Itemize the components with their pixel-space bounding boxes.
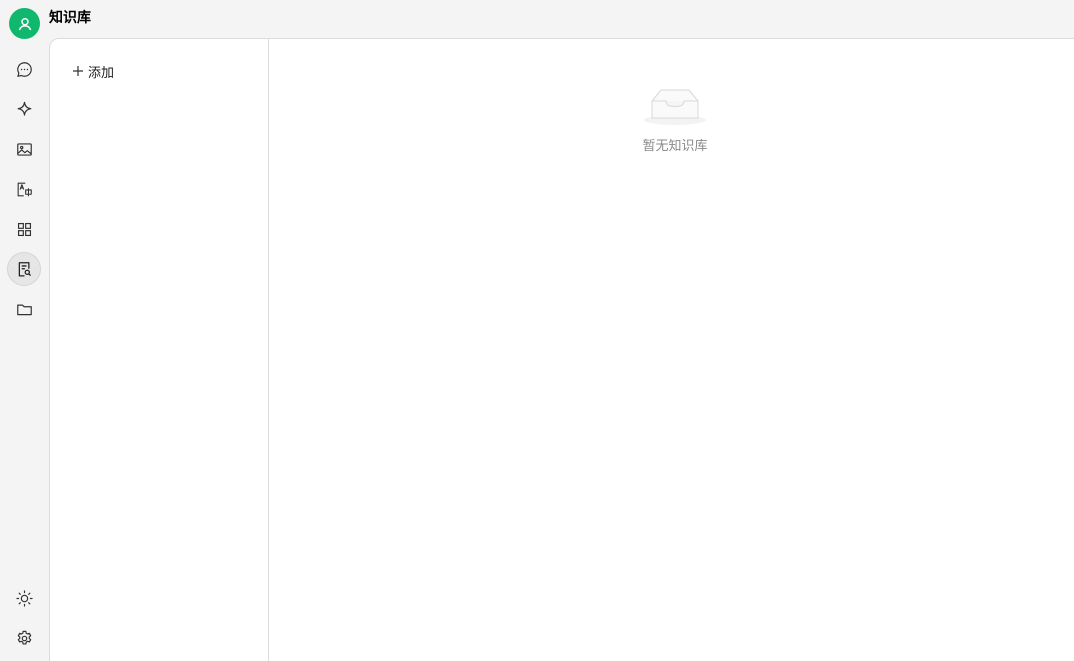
image-icon <box>16 142 32 156</box>
sun-icon <box>15 589 33 607</box>
sparkle-icon <box>17 101 31 116</box>
content-card: 添加 暂无知识库 <box>49 38 1074 661</box>
user-avatar[interactable] <box>9 8 40 39</box>
knowledge-search-icon <box>18 261 31 276</box>
settings-gear-icon <box>17 630 31 645</box>
empty-state-text: 暂无知识库 <box>642 139 708 154</box>
user-icon <box>18 17 31 30</box>
sidebar-item-assistant[interactable] <box>7 92 41 126</box>
app-window: 知识库 添加 暂无知识库 <box>0 0 1074 661</box>
sidebar-item-files[interactable] <box>7 292 41 326</box>
translate-icon <box>17 182 32 196</box>
header: 知识库 <box>0 0 1074 39</box>
sidebar-item-images[interactable] <box>7 132 41 166</box>
folder-icon <box>16 304 32 315</box>
knowledge-base-list: 添加 <box>50 39 269 661</box>
add-button-label: 添加 <box>88 65 115 81</box>
grid-apps-icon <box>17 222 31 236</box>
sidebar-item-translate[interactable] <box>7 172 41 206</box>
empty-inbox-icon <box>642 85 708 127</box>
knowledge-base-detail: 暂无知识库 <box>270 39 1074 661</box>
left-sidebar <box>0 48 48 661</box>
sidebar-item-apps[interactable] <box>7 212 41 246</box>
plus-icon <box>73 66 83 76</box>
page-title: 知识库 <box>49 10 91 26</box>
add-knowledge-base-button[interactable]: 添加 <box>72 60 114 82</box>
chat-bubble-icon <box>16 61 32 77</box>
settings-button[interactable] <box>7 621 41 655</box>
sidebar-item-chat[interactable] <box>7 52 41 86</box>
sidebar-item-knowledge-base[interactable] <box>7 252 41 286</box>
empty-state: 暂无知识库 <box>620 85 730 154</box>
theme-toggle-button[interactable] <box>7 581 41 615</box>
